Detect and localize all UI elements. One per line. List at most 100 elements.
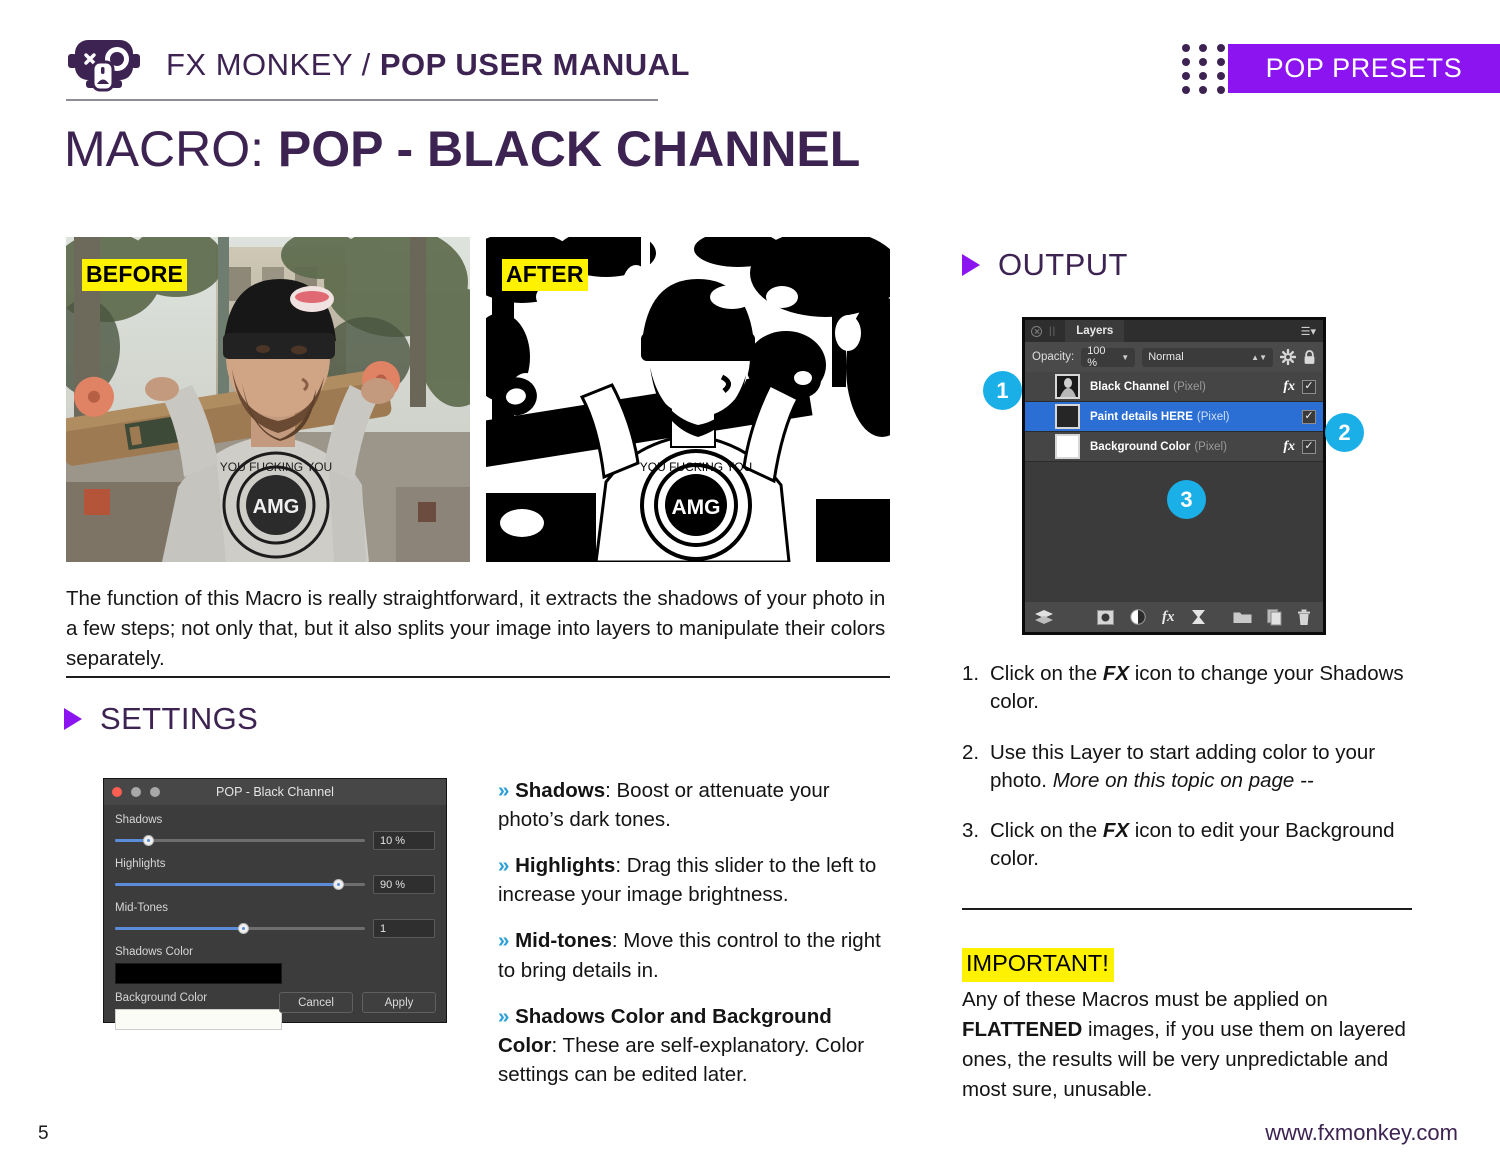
step-bold: FX bbox=[1102, 819, 1130, 843]
background-color-swatch[interactable] bbox=[115, 1009, 282, 1030]
layer-row-black-channel[interactable]: Black Channel (Pixel) fx ✓ bbox=[1025, 372, 1323, 402]
close-circle-icon[interactable] bbox=[1031, 325, 1042, 337]
svg-text:AMG: AMG bbox=[253, 496, 300, 518]
step-pre: Click on the bbox=[990, 819, 1103, 843]
bullet-colors: » Shadows Color and Background Color: Th… bbox=[498, 1002, 890, 1089]
layer-name: Background Color bbox=[1090, 440, 1191, 453]
opacity-dropdown[interactable]: 100 % ▼ bbox=[1081, 345, 1136, 369]
apply-button[interactable]: Apply bbox=[362, 992, 436, 1013]
highlights-slider[interactable] bbox=[115, 879, 365, 890]
layer-row-controls: fx ✓ bbox=[1283, 379, 1316, 395]
adjustment-icon[interactable] bbox=[1130, 609, 1146, 625]
tab-layers[interactable]: Layers bbox=[1065, 320, 1125, 342]
svg-text:YOU FUCKING YOU: YOU FUCKING YOU bbox=[640, 460, 752, 474]
fx-icon[interactable]: fx bbox=[1162, 609, 1175, 626]
layer-row-background-color[interactable]: Background Color (Pixel) fx ✓ bbox=[1025, 432, 1323, 462]
duplicate-icon[interactable] bbox=[1267, 608, 1282, 626]
layer-thumbnail-white[interactable] bbox=[1055, 434, 1080, 459]
preset-badge: POP PRESETS bbox=[1228, 44, 1500, 93]
layer-row-paint-details[interactable]: Paint details HERE (Pixel) ✓ bbox=[1025, 402, 1323, 432]
midtones-value[interactable]: 1 bbox=[373, 919, 435, 938]
midtones-slider-knob[interactable] bbox=[237, 923, 249, 934]
website-url: www.fxmonkey.com bbox=[1265, 1120, 1458, 1145]
triangle-right-icon bbox=[64, 708, 82, 730]
fx-icon[interactable]: fx bbox=[1283, 379, 1295, 395]
page-number: 5 bbox=[38, 1123, 49, 1144]
midtones-slider-row[interactable]: 1 bbox=[115, 919, 435, 938]
settings-bullet-list: » Shadows: Boost or attenuate your photo… bbox=[498, 776, 890, 1106]
layers-panel[interactable]: || Layers ☰▾ Opacity: 100 % ▼ Normal ▲▼ bbox=[1022, 317, 1326, 635]
shadows-value[interactable]: 10 % bbox=[373, 831, 435, 850]
highlights-slider-knob[interactable] bbox=[332, 879, 344, 890]
page-header: FX MONKEY / POP USER MANUAL POP PRESETS bbox=[0, 0, 1500, 108]
layer-thumbnail-photo[interactable] bbox=[1055, 374, 1080, 399]
minimize-window-icon[interactable] bbox=[131, 787, 141, 797]
mask-icon[interactable] bbox=[1097, 609, 1114, 625]
pause-bars-icon: || bbox=[1049, 325, 1057, 337]
highlights-slider-row[interactable]: 90 % bbox=[115, 875, 435, 894]
bullet-marker-icon: » bbox=[498, 854, 510, 878]
brand-title: FX MONKEY / POP USER MANUAL bbox=[166, 47, 690, 83]
shadows-slider[interactable] bbox=[115, 835, 365, 846]
fx-icon[interactable]: fx bbox=[1283, 439, 1295, 455]
fx-monkey-logo-icon bbox=[66, 36, 142, 98]
highlights-value[interactable]: 90 % bbox=[373, 875, 435, 894]
step-number: 2. bbox=[962, 740, 980, 764]
after-photo: AMG YOU FUCKING YOU AFTER bbox=[486, 237, 890, 562]
midtones-label: Mid-Tones bbox=[115, 902, 169, 914]
shadows-slider-row[interactable]: 10 % bbox=[115, 831, 435, 850]
callout-badge-2: 2 bbox=[1325, 413, 1364, 452]
settings-heading-label: SETTINGS bbox=[100, 701, 259, 736]
layer-visibility-checkbox[interactable]: ✓ bbox=[1302, 439, 1316, 454]
layer-visibility-checkbox[interactable]: ✓ bbox=[1302, 379, 1316, 394]
blend-mode-value: Normal bbox=[1148, 351, 1184, 363]
header-divider bbox=[66, 99, 658, 101]
output-steps-list: 1. Click on the FX icon to change your S… bbox=[962, 660, 1412, 896]
trash-icon[interactable] bbox=[1297, 609, 1311, 626]
layer-visibility-checkbox[interactable]: ✓ bbox=[1302, 409, 1316, 424]
important-bold: FLATTENED bbox=[962, 1017, 1083, 1041]
after-label: AFTER bbox=[502, 259, 588, 291]
folder-icon[interactable] bbox=[1233, 610, 1252, 624]
lock-icon[interactable] bbox=[1303, 349, 1316, 365]
step-number: 1. bbox=[962, 662, 980, 685]
maximize-window-icon[interactable] bbox=[150, 787, 160, 797]
shadows-color-swatch[interactable] bbox=[115, 963, 282, 984]
layer-thumbnail-dark[interactable] bbox=[1055, 404, 1080, 429]
shadows-color-label: Shadows Color bbox=[115, 946, 193, 958]
dialog-titlebar: POP - Black Channel bbox=[104, 779, 446, 805]
step-text: Use this Layer to start adding color to … bbox=[990, 739, 1412, 796]
left-divider bbox=[66, 676, 890, 678]
step-bold: FX bbox=[1102, 662, 1130, 685]
blend-mode-dropdown[interactable]: Normal ▲▼ bbox=[1142, 347, 1273, 367]
panel-menu-icon[interactable]: ☰▾ bbox=[1301, 325, 1316, 338]
svg-text:YOU FUCKING YOU: YOU FUCKING YOU bbox=[220, 460, 332, 474]
macro-settings-dialog[interactable]: POP - Black Channel Shadows 10 % Highlig… bbox=[103, 778, 447, 1030]
layers-tool-buttons: fx bbox=[1063, 609, 1233, 626]
layers-options-bar: Opacity: 100 % ▼ Normal ▲▼ bbox=[1025, 342, 1323, 372]
before-photo: AMG YOU FUCKING YOU BEFORE bbox=[66, 237, 470, 562]
filter-hourglass-icon[interactable] bbox=[1191, 609, 1206, 625]
step-text: Click on the FX icon to change your Shad… bbox=[990, 660, 1412, 717]
brand-bold: POP USER MANUAL bbox=[379, 47, 690, 82]
dialog-title: POP - Black Channel bbox=[216, 785, 334, 799]
shadows-slider-knob[interactable] bbox=[142, 835, 154, 846]
cancel-button[interactable]: Cancel bbox=[279, 992, 353, 1013]
layer-name: Paint details HERE bbox=[1090, 410, 1193, 423]
step-number: 3. bbox=[962, 819, 980, 843]
triangle-right-icon bbox=[962, 254, 980, 276]
right-divider bbox=[962, 908, 1412, 910]
stepper-icon[interactable]: ▲▼ bbox=[1251, 353, 1267, 362]
midtones-slider[interactable] bbox=[115, 923, 365, 934]
close-window-icon[interactable] bbox=[112, 787, 122, 797]
important-pre: Any of these Macros must be applied on bbox=[962, 988, 1328, 1011]
layer-type: (Pixel) bbox=[1194, 440, 1227, 453]
layers-stack-icon bbox=[1035, 609, 1053, 624]
step-pre: Click on the bbox=[990, 662, 1103, 685]
gear-icon[interactable] bbox=[1280, 349, 1296, 365]
layers-stack-button[interactable] bbox=[1025, 609, 1063, 626]
window-traffic-lights[interactable] bbox=[112, 787, 160, 797]
before-label: BEFORE bbox=[82, 259, 188, 291]
opacity-value: 100 % bbox=[1087, 345, 1106, 369]
bullet-term: Mid-tones bbox=[515, 929, 612, 953]
